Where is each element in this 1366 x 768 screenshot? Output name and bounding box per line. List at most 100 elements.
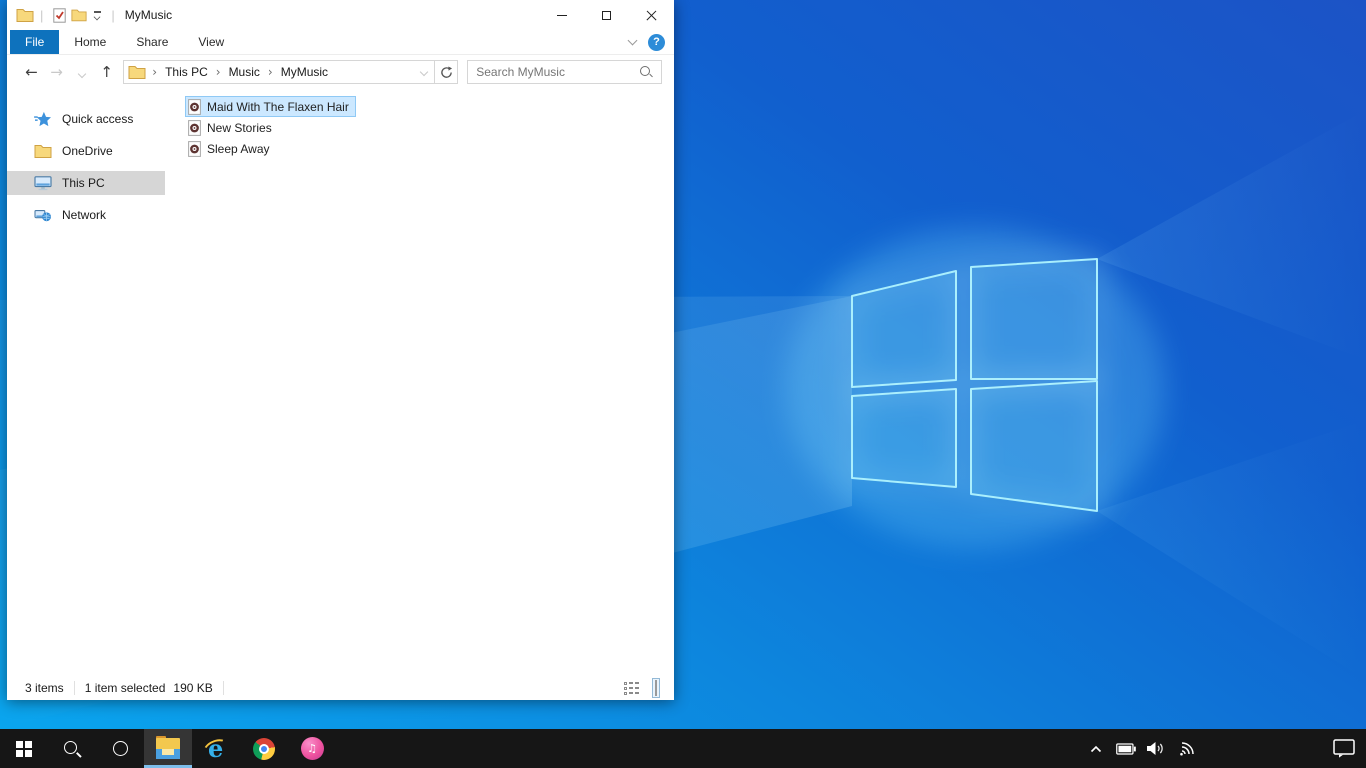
breadcrumb-separator: › — [152, 65, 158, 79]
file-name: New Stories — [207, 120, 272, 135]
show-hidden-icons-button[interactable] — [1086, 734, 1106, 764]
this-pc-monitor-icon — [34, 176, 52, 191]
chevron-down-icon — [420, 67, 429, 77]
file-list: Maid With The Flaxen Hair New Stories Sl… — [165, 89, 674, 676]
sidebar-item-quick-access[interactable]: Quick access — [7, 107, 165, 131]
tab-file[interactable]: File — [10, 30, 60, 54]
navigation-pane: Quick access OneDrive This PC Network — [7, 89, 165, 676]
sidebar-item-onedrive[interactable]: OneDrive — [7, 139, 165, 163]
file-item[interactable]: New Stories — [185, 117, 279, 138]
qat-properties-button[interactable] — [49, 4, 69, 26]
file-item[interactable]: Sleep Away — [185, 138, 277, 159]
action-center-icon — [1333, 739, 1355, 758]
qat-new-folder-button[interactable] — [69, 4, 89, 26]
wifi-icon — [1179, 742, 1194, 756]
forward-button[interactable]: → — [44, 63, 69, 81]
sidebar-item-label: Network — [62, 208, 107, 222]
separator: | — [40, 7, 44, 23]
address-toolbar: ← → ↑ › This PC › Music › MyMusic — [7, 55, 674, 89]
minimize-button[interactable] — [539, 0, 584, 30]
itunes-icon: ♫ — [300, 737, 324, 760]
taskbar-itunes-button[interactable]: ♫ — [288, 729, 336, 768]
sidebar-item-label: This PC — [62, 176, 105, 190]
breadcrumb-separator: › — [267, 65, 273, 79]
minimize-icon — [556, 14, 567, 16]
audio-file-icon — [188, 119, 201, 136]
music-note-glyph: ♫ — [307, 742, 317, 755]
windows-logo-icon — [16, 740, 32, 757]
breadcrumb-this-pc[interactable]: This PC — [163, 65, 210, 79]
audio-file-icon — [188, 98, 201, 115]
breadcrumb-music[interactable]: Music — [227, 65, 262, 79]
taskbar-chrome-button[interactable] — [240, 729, 288, 768]
search-box[interactable] — [467, 60, 663, 84]
taskbar-file-explorer-button[interactable] — [144, 729, 192, 768]
recent-locations-dropdown[interactable] — [69, 63, 94, 81]
status-bar: 3 items 1 item selected 190 KB — [7, 676, 674, 700]
help-button[interactable]: ? — [648, 33, 665, 51]
file-explorer-icon — [155, 736, 181, 759]
chevron-down-icon — [93, 13, 101, 20]
taskbar-search-button[interactable] — [48, 729, 96, 768]
onedrive-folder-icon — [34, 145, 52, 158]
refresh-button[interactable] — [435, 60, 459, 84]
battery-status-button[interactable] — [1116, 734, 1136, 764]
address-dropdown-button[interactable] — [414, 67, 434, 77]
search-icon — [62, 739, 82, 759]
search-input[interactable] — [468, 65, 639, 79]
chevron-up-icon — [1090, 745, 1102, 752]
network-wifi-button[interactable] — [1176, 734, 1196, 764]
network-computers-icon — [34, 210, 51, 222]
title-bar: | | MyMusic — [7, 0, 674, 30]
large-icons-view-button[interactable] — [652, 678, 660, 698]
close-icon — [646, 10, 657, 21]
new-folder-icon — [71, 9, 87, 22]
volume-button[interactable] — [1146, 734, 1166, 764]
start-button[interactable] — [0, 729, 48, 768]
address-bar[interactable]: › This PC › Music › MyMusic — [123, 60, 436, 84]
breadcrumb-separator: › — [215, 65, 221, 79]
item-count: 3 items — [25, 681, 64, 695]
properties-check-icon — [53, 7, 66, 23]
sidebar-item-this-pc[interactable]: This PC — [7, 171, 165, 195]
breadcrumb-mymusic[interactable]: MyMusic — [279, 65, 330, 79]
file-name: Sleep Away — [207, 141, 270, 156]
sidebar-item-label: OneDrive — [62, 144, 113, 158]
maximize-icon — [602, 10, 611, 20]
file-explorer-window: | | MyMusic File Home Share View ? ← → ↑… — [7, 0, 674, 700]
separator: | — [111, 7, 115, 23]
window-title: MyMusic — [124, 8, 173, 22]
bar-icon — [93, 10, 101, 13]
action-center-button[interactable] — [1322, 739, 1366, 758]
chevron-down-icon — [77, 69, 86, 79]
divider — [222, 681, 224, 695]
selection-size: 190 KB — [173, 681, 213, 695]
file-name: Maid With The Flaxen Hair — [207, 99, 349, 114]
sidebar-item-network[interactable]: Network — [7, 203, 165, 227]
ribbon-tab-bar: File Home Share View ? — [7, 30, 674, 55]
chrome-icon — [253, 737, 275, 760]
maximize-button[interactable] — [584, 0, 629, 30]
divider — [73, 681, 75, 695]
tab-home[interactable]: Home — [59, 30, 121, 54]
internet-explorer-icon: e — [200, 734, 232, 763]
thumbnail-view-icon — [655, 680, 657, 696]
speaker-icon — [1146, 742, 1163, 755]
file-item-selected[interactable]: Maid With The Flaxen Hair — [185, 96, 356, 117]
tab-view[interactable]: View — [183, 30, 239, 54]
taskbar: e ♫ — [0, 729, 1366, 768]
up-button[interactable]: ↑ — [94, 63, 119, 81]
cortana-circle-icon — [112, 741, 128, 756]
system-tray — [1086, 729, 1366, 768]
details-view-button[interactable] — [621, 679, 642, 698]
refresh-icon — [440, 65, 452, 78]
audio-file-icon — [188, 140, 201, 157]
close-button[interactable] — [629, 0, 674, 30]
quick-access-star-icon — [34, 111, 51, 127]
qat-customize-dropdown[interactable] — [89, 4, 105, 26]
tab-share[interactable]: Share — [121, 30, 183, 54]
expand-ribbon-chevron-icon[interactable] — [627, 35, 638, 46]
back-button[interactable]: ← — [19, 63, 44, 81]
cortana-button[interactable] — [96, 729, 144, 768]
taskbar-internet-explorer-button[interactable]: e — [192, 729, 240, 768]
